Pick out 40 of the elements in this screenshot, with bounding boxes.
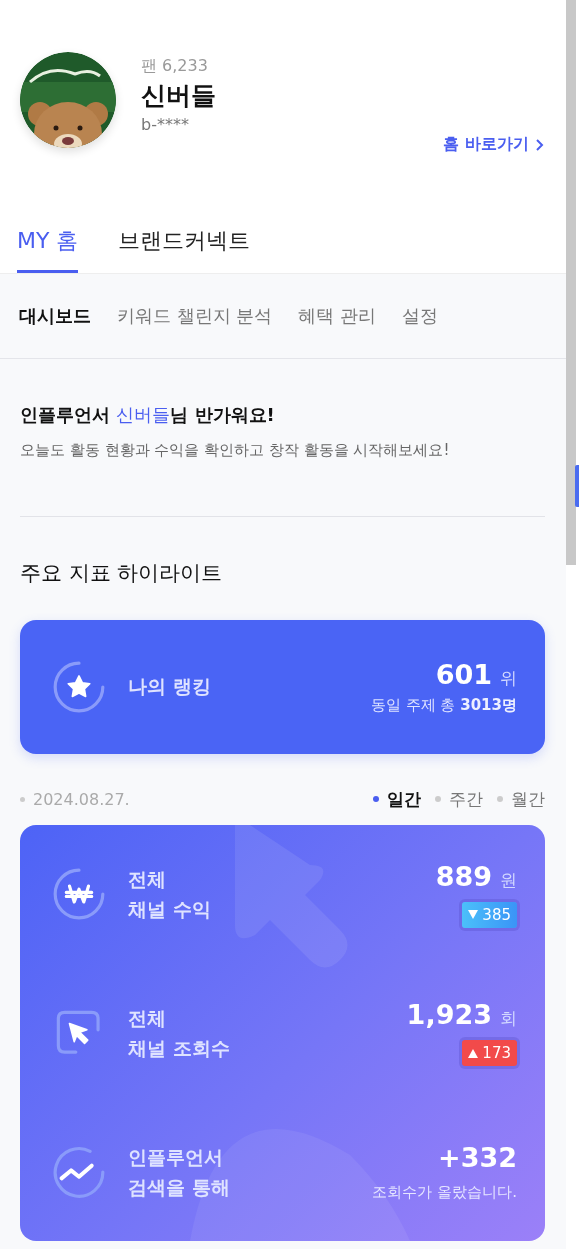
metric-label: 전체: [128, 1006, 167, 1031]
side-handle[interactable]: [575, 465, 579, 507]
change-badge: 385: [462, 901, 517, 928]
metric-value: 1,923: [406, 999, 492, 1031]
greeting-title: 인플루언서 신버들님 반가워요!: [20, 403, 276, 427]
ranking-value: 601: [435, 659, 492, 690]
fan-count: 팬 6,233: [141, 55, 209, 77]
metric-label: 인플루언서: [128, 1144, 224, 1170]
date-label: 2024.08.27.: [20, 789, 130, 809]
metric-value: 889: [435, 860, 492, 892]
ranking-unit: 위: [500, 667, 517, 690]
star-icon: [52, 660, 106, 714]
greeting-message: 오늘도 활동 현황과 수익을 확인하고 창작 활동을 시작해보세요!: [20, 441, 451, 460]
ranking-note: 동일 주제 총 3013명: [370, 696, 517, 715]
sub-tab[interactable]: 혜택 관리: [298, 304, 377, 328]
metric-label: 검색을 통해: [128, 1174, 230, 1200]
metric-unit: 회: [500, 1007, 517, 1031]
won-icon: [52, 867, 106, 922]
metric-label: 전체: [128, 867, 167, 893]
profile-handle: b-****: [141, 115, 190, 135]
ranking-label: 나의 랭킹: [128, 674, 211, 699]
profile-name: 신버들: [141, 80, 216, 112]
sub-tab[interactable]: 대시보드: [19, 304, 91, 328]
period-tab[interactable]: 일간: [373, 787, 421, 811]
metric-unit: 원: [500, 868, 517, 892]
period-tab[interactable]: 주간: [435, 787, 483, 811]
metric-value: +332: [438, 1141, 517, 1173]
tab[interactable]: 브랜드커넥트: [118, 218, 251, 273]
section-title: 주요 지표 하이라이트: [20, 560, 224, 587]
metric-label: 채널 수익: [128, 897, 211, 923]
change-badge: 173: [462, 1040, 517, 1067]
chevron-icon: [535, 137, 545, 152]
home-link[interactable]: 홈 바로가기: [443, 134, 545, 155]
trend-icon: [52, 1144, 106, 1199]
metric-note: 조회수가 올랐습니다.: [372, 1182, 517, 1202]
period-tab[interactable]: 월간: [497, 787, 545, 811]
metric-label: 채널 조회수: [128, 1036, 230, 1061]
scrollbar-thumb[interactable]: [566, 0, 576, 565]
sub-tab[interactable]: 키워드 챌린지 분석: [117, 304, 273, 328]
sub-tab[interactable]: 설정: [402, 304, 439, 328]
